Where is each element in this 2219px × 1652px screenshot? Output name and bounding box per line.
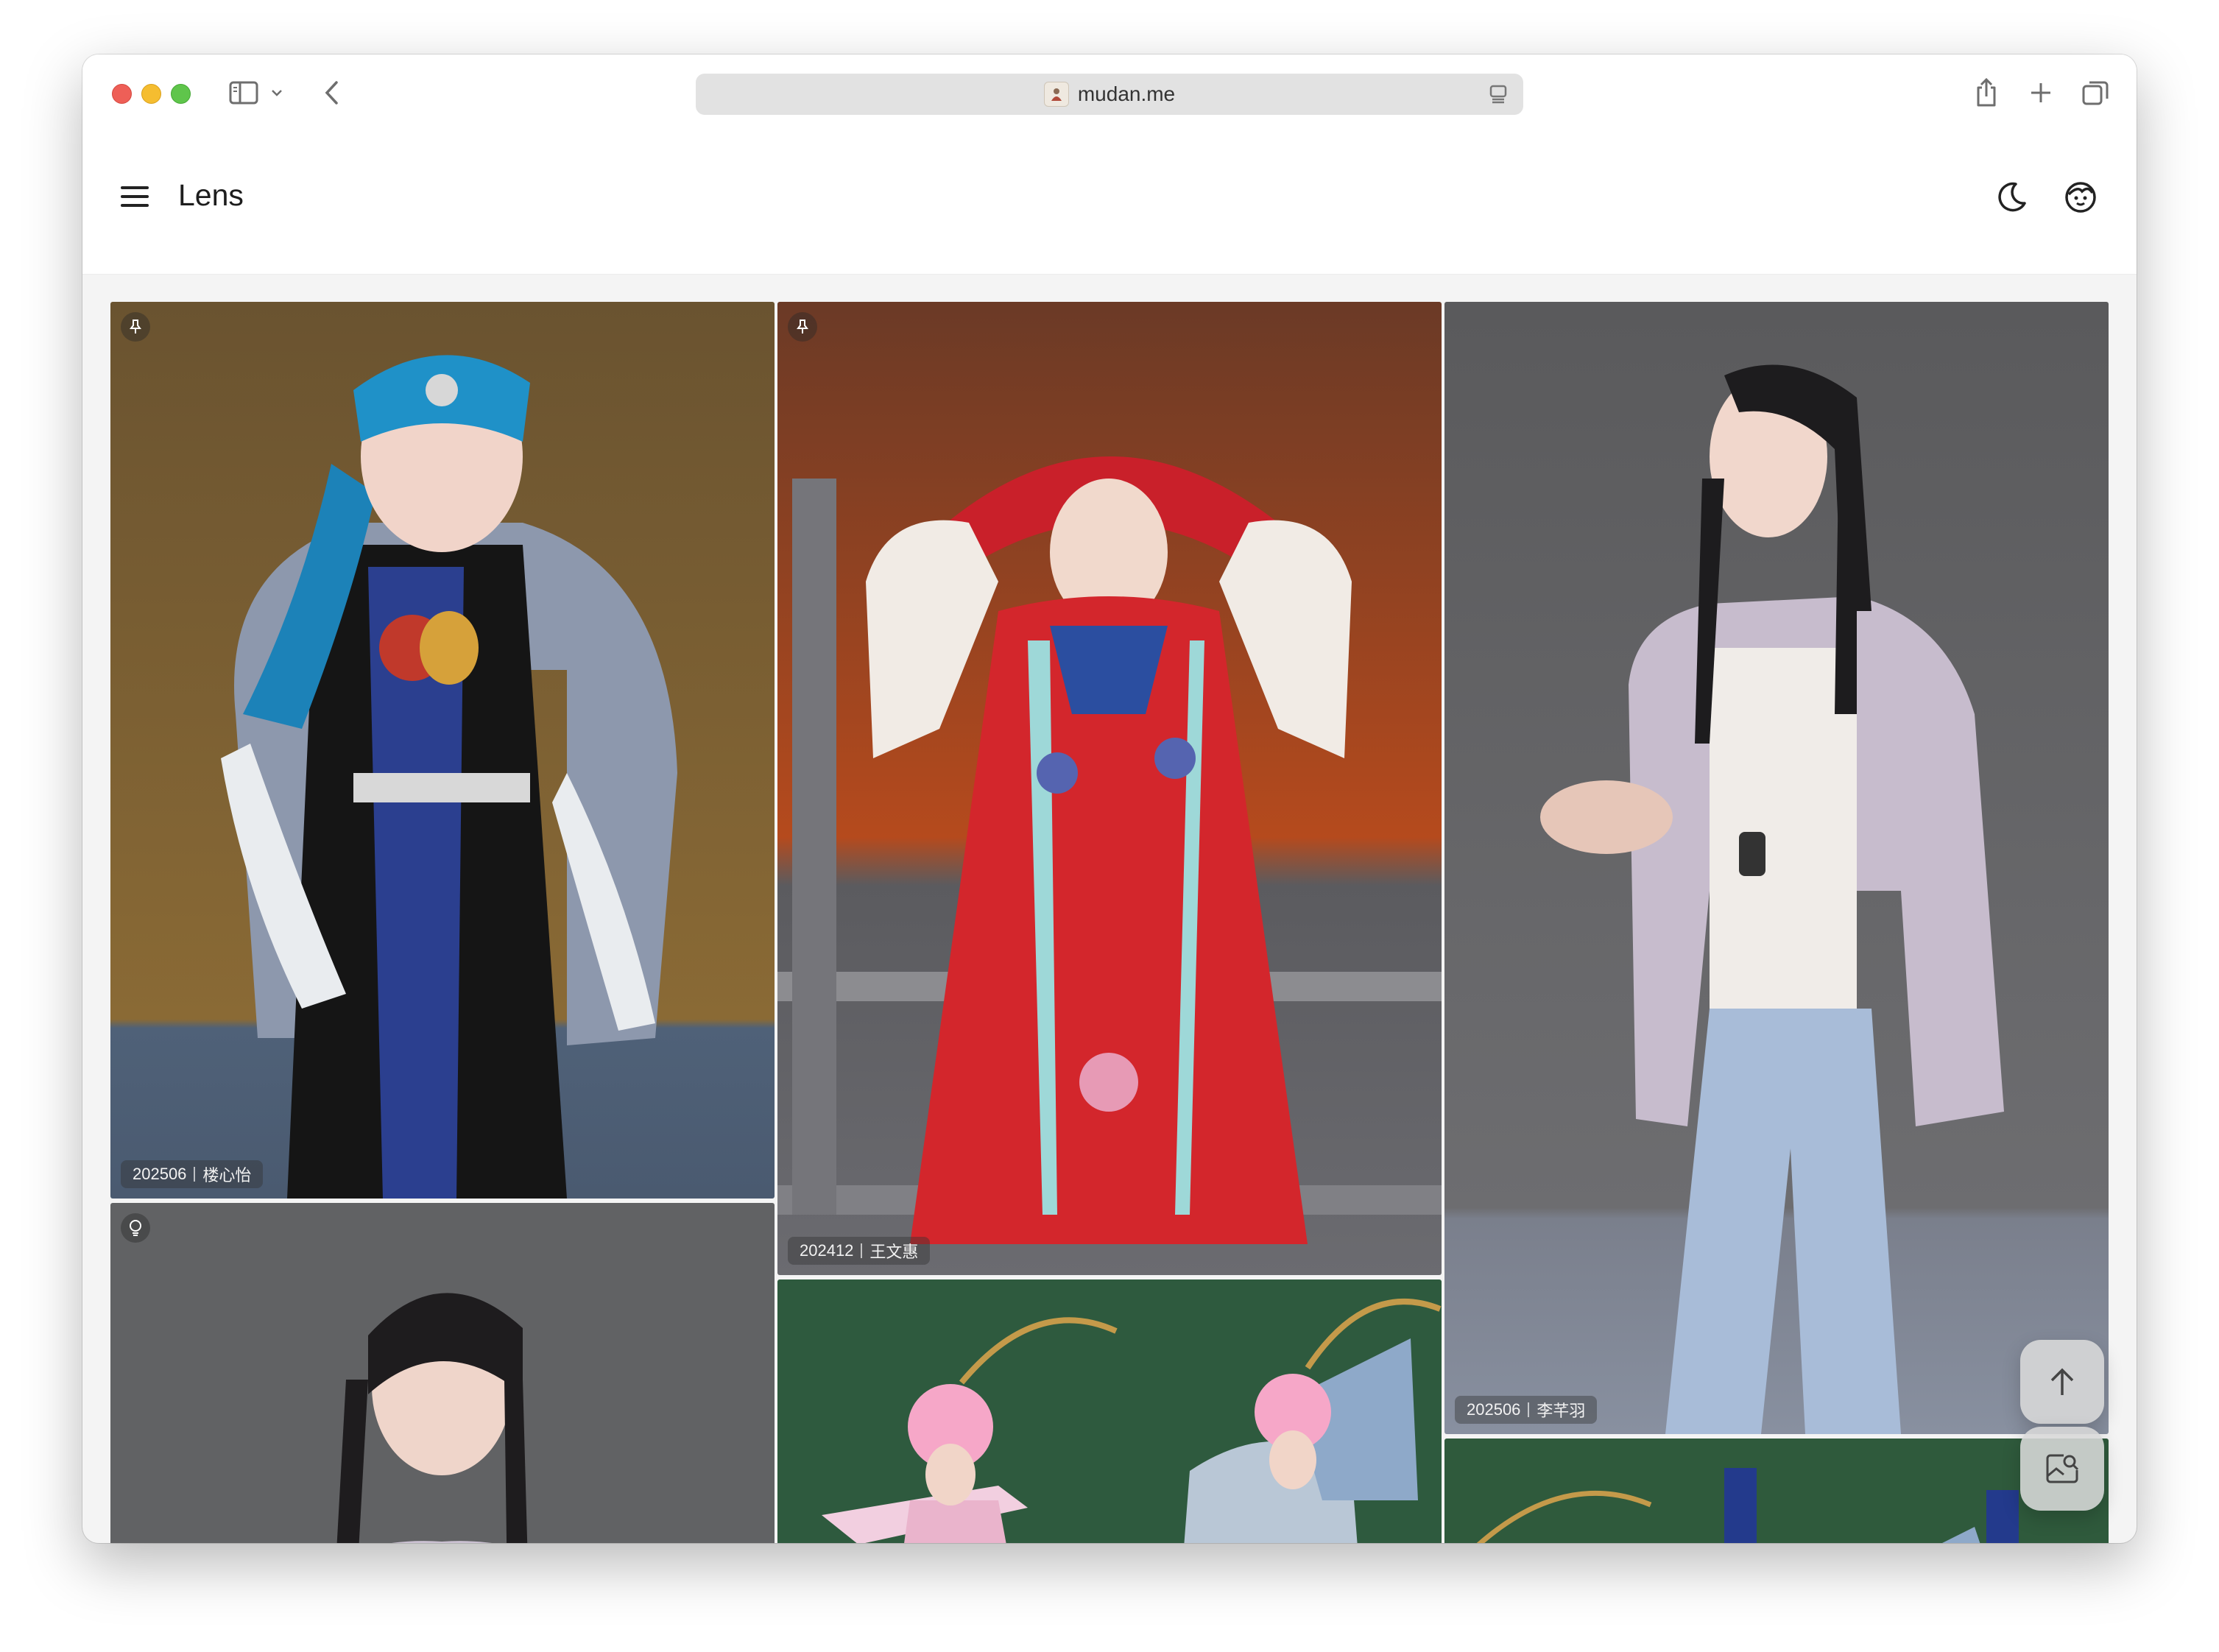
- browser-toolbar: mudan.me: [82, 54, 2137, 133]
- photo-caption: 202506 李芊羽: [1455, 1396, 1598, 1424]
- scroll-to-top-button[interactable]: [2020, 1340, 2104, 1424]
- dark-mode-moon-icon[interactable]: [1994, 180, 2029, 215]
- app-header: Lens: [82, 133, 2137, 275]
- app-title: Lens: [178, 178, 244, 212]
- photo-tile[interactable]: 202506 楼心怡: [110, 302, 775, 1199]
- chevron-down-icon[interactable]: [269, 84, 284, 102]
- arrow-up-icon: [2050, 1368, 2074, 1395]
- url-text: mudan.me: [1077, 82, 1176, 105]
- back-button[interactable]: [318, 78, 345, 107]
- photo-caption: 202412 王文惠: [788, 1237, 931, 1265]
- site-favicon-icon: [1043, 82, 1069, 107]
- photo-tile[interactable]: 202412 王文惠: [777, 302, 1442, 1275]
- pin-icon: [788, 312, 817, 342]
- opera-performers-photo: [777, 1279, 1442, 1543]
- pin-icon: [121, 312, 150, 342]
- opera-performer-photo: [110, 302, 775, 1199]
- sidebar-toggle-icon[interactable]: [227, 78, 261, 107]
- opera-performer-photo: [777, 302, 1442, 1275]
- close-window-button[interactable]: [112, 84, 132, 104]
- hamburger-menu-icon[interactable]: [121, 184, 150, 209]
- photo-date: 202506: [1467, 1400, 1521, 1419]
- photo-performer: 王文惠: [869, 1243, 919, 1261]
- photo-tile[interactable]: [777, 1279, 1442, 1543]
- image-search-icon: [2046, 1454, 2079, 1483]
- photo-tile[interactable]: 202506 李芊羽: [1444, 302, 2109, 1434]
- browser-window: mudan.me Lens 202506 楼心怡 202412 王文惠 2025…: [82, 54, 2137, 1543]
- rehearsal-photo: [1444, 302, 2109, 1434]
- reader-mode-icon[interactable]: [1488, 84, 1509, 108]
- tab-overview-icon[interactable]: [2079, 78, 2112, 107]
- photo-date: 202506: [133, 1165, 187, 1183]
- photo-performer: 李芊羽: [1537, 1402, 1586, 1420]
- photo-performer: 楼心怡: [202, 1166, 252, 1185]
- rehearsal-photo: [110, 1203, 775, 1543]
- lightbulb-icon: [121, 1213, 150, 1243]
- minimize-window-button[interactable]: [141, 84, 161, 104]
- address-bar[interactable]: mudan.me: [696, 74, 1523, 115]
- photo-tile[interactable]: [110, 1203, 775, 1543]
- user-avatar-icon[interactable]: [2063, 180, 2098, 215]
- photo-gallery: 202506 楼心怡 202412 王文惠 202506 李芊羽: [110, 302, 2109, 1543]
- opera-stage-photo: [1444, 1439, 2109, 1543]
- image-search-button[interactable]: [2020, 1427, 2104, 1511]
- new-tab-icon[interactable]: [2026, 78, 2056, 107]
- zoom-window-button[interactable]: [171, 84, 191, 104]
- share-icon[interactable]: [1972, 75, 2001, 110]
- photo-tile[interactable]: [1444, 1439, 2109, 1543]
- photo-date: 202412: [800, 1241, 854, 1260]
- photo-caption: 202506 楼心怡: [121, 1160, 264, 1188]
